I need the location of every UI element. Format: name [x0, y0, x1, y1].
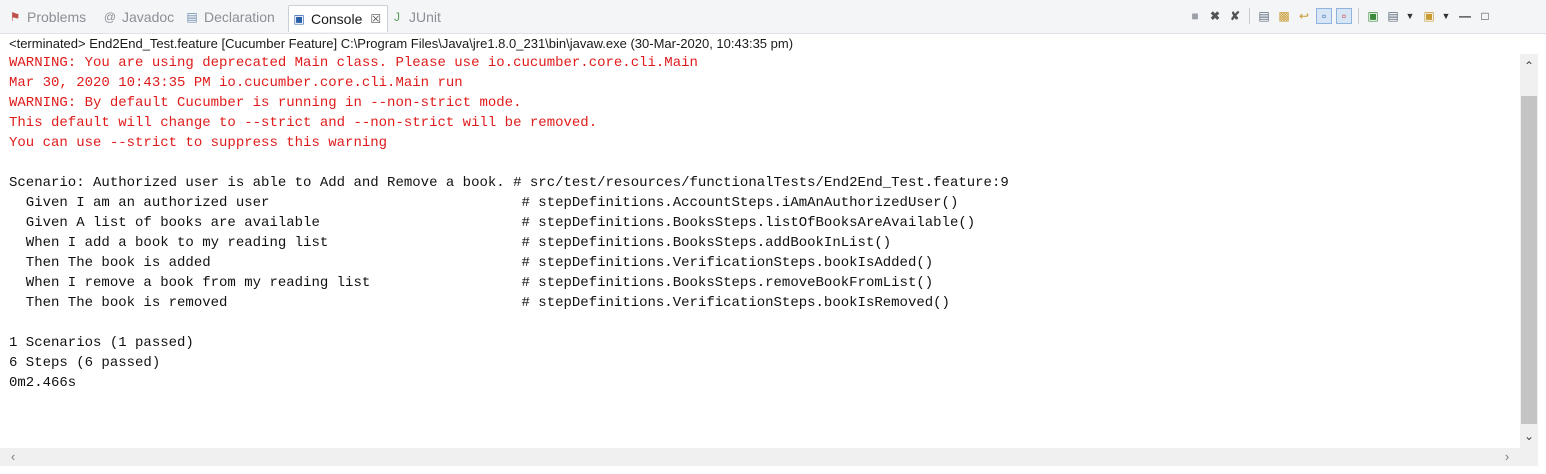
- scroll-up-icon[interactable]: ⌃: [1520, 56, 1538, 76]
- open-console-icon[interactable]: ▣: [1421, 8, 1437, 24]
- console-line: When I add a book to my reading list # s…: [9, 235, 892, 251]
- toolbar-separator: [1249, 8, 1250, 24]
- console-icon: ▣: [293, 12, 305, 26]
- console-line: WARNING: By default Cucumber is running …: [9, 95, 522, 111]
- tab-javadoc[interactable]: @ Javadoc: [103, 6, 174, 28]
- console-line: When I remove a book from my reading lis…: [9, 275, 934, 291]
- console-line: Then The book is added # stepDefinitions…: [9, 255, 934, 271]
- scrollbar-corner: [1520, 448, 1538, 466]
- console-line: WARNING: You are using deprecated Main c…: [9, 55, 698, 71]
- scroll-left-icon[interactable]: ‹: [4, 448, 22, 466]
- console-line: Given I am an authorized user # stepDefi…: [9, 195, 959, 211]
- console-description: <terminated> End2End_Test.feature [Cucum…: [0, 34, 1546, 54]
- chevron-down-icon[interactable]: ▼: [1405, 11, 1415, 21]
- minimize-icon[interactable]: —: [1457, 8, 1473, 24]
- console-line: 0m2.466s: [9, 375, 77, 391]
- tab-declaration[interactable]: ▤ Declaration: [185, 6, 275, 28]
- tab-label: Problems: [27, 9, 87, 25]
- show-on-stderr-icon[interactable]: ▫: [1336, 8, 1352, 24]
- console-line: 6 Steps (6 passed): [9, 355, 161, 371]
- tab-label: Console: [311, 11, 363, 27]
- terminate-icon[interactable]: ■: [1187, 8, 1203, 24]
- console-line: 1 Scenarios (1 passed): [9, 335, 194, 351]
- tab-label: Javadoc: [122, 9, 175, 25]
- junit-icon: J: [394, 10, 400, 24]
- console-toolbar: ■ ✖ ✘ ▤ ▩ ↩ ▫ ▫ ▣ ▤ ▼ ▣ ▼ — □: [1187, 8, 1497, 24]
- console-output[interactable]: WARNING: You are using deprecated Main c…: [0, 54, 1520, 448]
- maximize-icon[interactable]: □: [1477, 8, 1493, 24]
- remove-all-terminated-icon[interactable]: ✘: [1227, 8, 1243, 24]
- clear-console-icon[interactable]: ▤: [1256, 8, 1272, 24]
- console-line: Mar 30, 2020 10:43:35 PM io.cucumber.cor…: [9, 75, 463, 91]
- scrollbar-thumb[interactable]: [1521, 96, 1537, 424]
- javadoc-icon: @: [103, 10, 117, 24]
- close-tab-icon[interactable]: ☒: [370, 12, 381, 26]
- remove-launch-icon[interactable]: ✖: [1207, 8, 1223, 24]
- toolbar-separator: [1358, 8, 1359, 24]
- scroll-down-icon[interactable]: ⌄: [1520, 426, 1538, 446]
- tab-problems[interactable]: ⚑ Problems: [8, 6, 87, 28]
- view-tab-bar: ⚑ Problems @ Javadoc ▤ Declaration ▣ Con…: [0, 0, 1546, 34]
- console-line: You can use --strict to suppress this wa…: [9, 135, 388, 151]
- show-on-stdout-icon[interactable]: ▫: [1316, 8, 1332, 24]
- declaration-icon: ▤: [186, 10, 198, 24]
- scroll-right-icon[interactable]: ›: [1498, 448, 1516, 466]
- scroll-lock-icon[interactable]: ▩: [1276, 8, 1292, 24]
- word-wrap-icon[interactable]: ↩: [1296, 8, 1312, 24]
- console-line: Given A list of books are available # st…: [9, 215, 976, 231]
- vertical-scrollbar[interactable]: ⌃ ⌄: [1520, 54, 1538, 448]
- console-line: Then The book is removed # stepDefinitio…: [9, 295, 950, 311]
- tab-label: JUnit: [409, 9, 441, 25]
- chevron-down-icon[interactable]: ▼: [1441, 11, 1451, 21]
- problems-icon: ⚑: [9, 10, 21, 24]
- console-line: This default will change to --strict and…: [9, 115, 598, 131]
- tab-junit[interactable]: J JUnit: [390, 6, 441, 28]
- tab-label: Declaration: [204, 9, 275, 25]
- display-console-icon[interactable]: ▤: [1385, 8, 1401, 24]
- horizontal-scrollbar[interactable]: ‹ ›: [0, 448, 1520, 466]
- console-line: Scenario: Authorized user is able to Add…: [9, 175, 1009, 191]
- pin-console-icon[interactable]: ▣: [1365, 8, 1381, 24]
- tab-console[interactable]: ▣ Console ☒: [288, 5, 389, 32]
